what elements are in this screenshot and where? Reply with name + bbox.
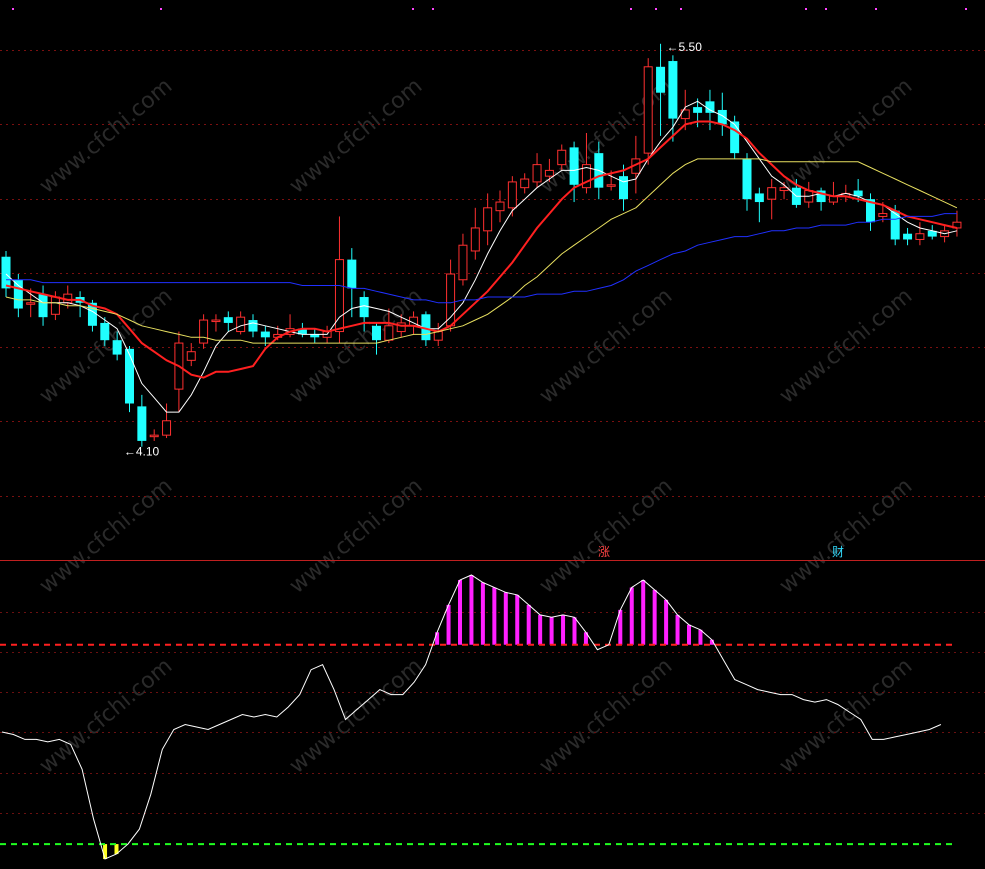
candle-body-up — [26, 302, 36, 305]
candle-body-up — [211, 319, 221, 323]
candle-body-up — [199, 319, 209, 344]
watermark-text: www.cfchi.com — [775, 654, 917, 779]
candle-body-up — [470, 227, 480, 252]
candle-body-down — [38, 294, 48, 318]
chart-canvas: www.cfchi.com www.cfchi.com www.cfchi.com w… — [0, 8, 985, 860]
candle-body-down — [137, 406, 147, 441]
top-tick — [12, 8, 14, 10]
candle-body-down — [717, 109, 727, 125]
candle-body-down — [100, 322, 110, 341]
marker-cai: 财 — [832, 545, 844, 559]
watermark-text: www.cfchi.com — [35, 654, 177, 779]
top-tick — [875, 8, 877, 10]
watermark-text: www.cfchi.com — [35, 474, 177, 599]
candle-body-up — [520, 178, 530, 189]
candle-body-up — [507, 181, 517, 209]
top-tick — [965, 8, 967, 10]
watermark-text: www.cfchi.com — [535, 284, 677, 409]
candle-body-down — [13, 279, 23, 309]
watermark-text: www.cfchi.com — [535, 74, 677, 199]
candle-body-up — [162, 420, 172, 436]
watermark-text: www.cfchi.com — [285, 74, 427, 199]
top-tick — [805, 8, 807, 10]
candle-body-down — [248, 320, 258, 332]
top-tick — [680, 8, 682, 10]
candle-body-down — [890, 210, 900, 240]
candle-body-down — [619, 176, 628, 200]
watermark-text: www.cfchi.com — [35, 74, 177, 199]
candle-body-up — [878, 213, 888, 217]
candle-body-up — [495, 201, 505, 212]
candle-body-down — [569, 147, 579, 185]
watermark-text: www.cfchi.com — [285, 474, 427, 599]
top-tick — [432, 8, 434, 10]
top-tick — [655, 8, 657, 10]
candle-body-up — [532, 164, 542, 183]
watermark-text: www.cfchi.com — [285, 284, 427, 409]
indicator-series — [0, 574, 955, 860]
candle-body-down — [668, 61, 678, 119]
watermark-text: www.cfchi.com — [775, 284, 917, 409]
candle-body-up — [643, 66, 653, 154]
watermark-text: www.cfchi.com — [775, 474, 917, 599]
high-price-label: ←5.50 — [667, 40, 703, 54]
candle-body-up — [544, 169, 554, 177]
candle-body-up — [149, 434, 159, 438]
candle-body-up — [767, 187, 777, 200]
ma-line-ma60 — [6, 213, 957, 304]
candle-body-up — [384, 325, 394, 341]
candle-body-down — [730, 121, 740, 154]
price-grid — [0, 8, 985, 497]
candle-body-down — [903, 233, 913, 240]
watermark-text: www.cfchi.com — [535, 654, 677, 779]
candle-body-up — [446, 273, 456, 327]
candle-body-up — [50, 296, 60, 315]
candle-body-down — [1, 256, 11, 289]
candle-body-up — [483, 207, 493, 232]
candle-body-down — [372, 325, 381, 341]
candle-body-down — [742, 158, 752, 200]
candle-body-down — [223, 317, 233, 323]
candle-body-up — [915, 233, 925, 240]
candle-body-up — [557, 149, 567, 166]
candle-body-down — [260, 331, 270, 338]
top-tick — [412, 8, 414, 10]
low-price-label: ←4.10 — [124, 445, 160, 459]
candle-body-down — [112, 340, 122, 355]
candle-body-down — [656, 66, 666, 93]
candle-body-up — [236, 316, 246, 333]
candle-body-down — [693, 107, 703, 113]
marker-zhang: 涨 — [598, 544, 610, 559]
candle-body-down — [359, 297, 369, 318]
watermark-text: www.cfchi.com — [535, 474, 677, 599]
watermark-text: www.cfchi.com — [285, 654, 427, 779]
top-tick — [825, 8, 827, 10]
candle-body-down — [347, 259, 357, 289]
top-tick — [630, 8, 632, 10]
candle-body-up — [458, 244, 468, 281]
candle-body-up — [433, 331, 443, 341]
candle-body-down — [125, 348, 134, 404]
candle-body-down — [754, 193, 764, 203]
top-tick — [160, 8, 162, 10]
candle-body-up — [186, 351, 196, 361]
candle-body-up — [606, 184, 616, 187]
